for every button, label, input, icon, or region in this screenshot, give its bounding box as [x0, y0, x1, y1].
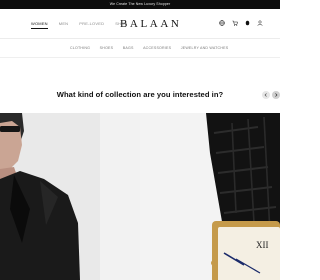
- site-logo[interactable]: BALAAN: [120, 17, 181, 31]
- carousel-next-button[interactable]: [272, 91, 280, 99]
- promo-text: We Create The New Luxury Shopper: [109, 2, 171, 6]
- section-heading: What kind of collection are you interest…: [56, 90, 224, 99]
- collection-question: What kind of collection are you interest…: [0, 90, 280, 100]
- collection-card-watches[interactable]: XII: [140, 113, 280, 280]
- category-bags[interactable]: BAGS: [123, 46, 134, 51]
- collection-card-clothing[interactable]: [0, 113, 140, 280]
- category-jewelry-and-watches[interactable]: JEWELRY AND WATCHES: [181, 46, 229, 51]
- chevron-right-icon: [275, 93, 278, 97]
- chevron-left-icon: [264, 93, 267, 97]
- globe-icon[interactable]: [219, 20, 225, 26]
- site-header: WOMEN MEN PRE-LOVED SHOP BALAAN: [0, 9, 280, 39]
- watch-photo: XII: [140, 113, 280, 280]
- svg-text:XII: XII: [256, 240, 269, 250]
- tab-men[interactable]: MEN: [59, 21, 69, 29]
- tab-women[interactable]: WOMEN: [31, 21, 48, 29]
- carousel-prev-button[interactable]: [262, 91, 270, 99]
- promo-banner: We Create The New Luxury Shopper: [0, 0, 280, 9]
- model-photo: [0, 113, 140, 280]
- tab-pre-loved[interactable]: PRE-LOVED: [79, 21, 104, 29]
- category-accessories[interactable]: ACCESSORIES: [143, 46, 171, 51]
- header-icons: [219, 20, 263, 26]
- cart-icon[interactable]: [232, 20, 238, 26]
- category-nav: CLOTHING SHOES BAGS ACCESSORIES JEWELRY …: [0, 40, 280, 58]
- category-clothing[interactable]: CLOTHING: [70, 46, 90, 51]
- category-shoes[interactable]: SHOES: [100, 46, 114, 51]
- user-icon[interactable]: [257, 20, 263, 26]
- collection-carousel: XII: [0, 113, 280, 280]
- notification-dot-icon[interactable]: [245, 20, 250, 26]
